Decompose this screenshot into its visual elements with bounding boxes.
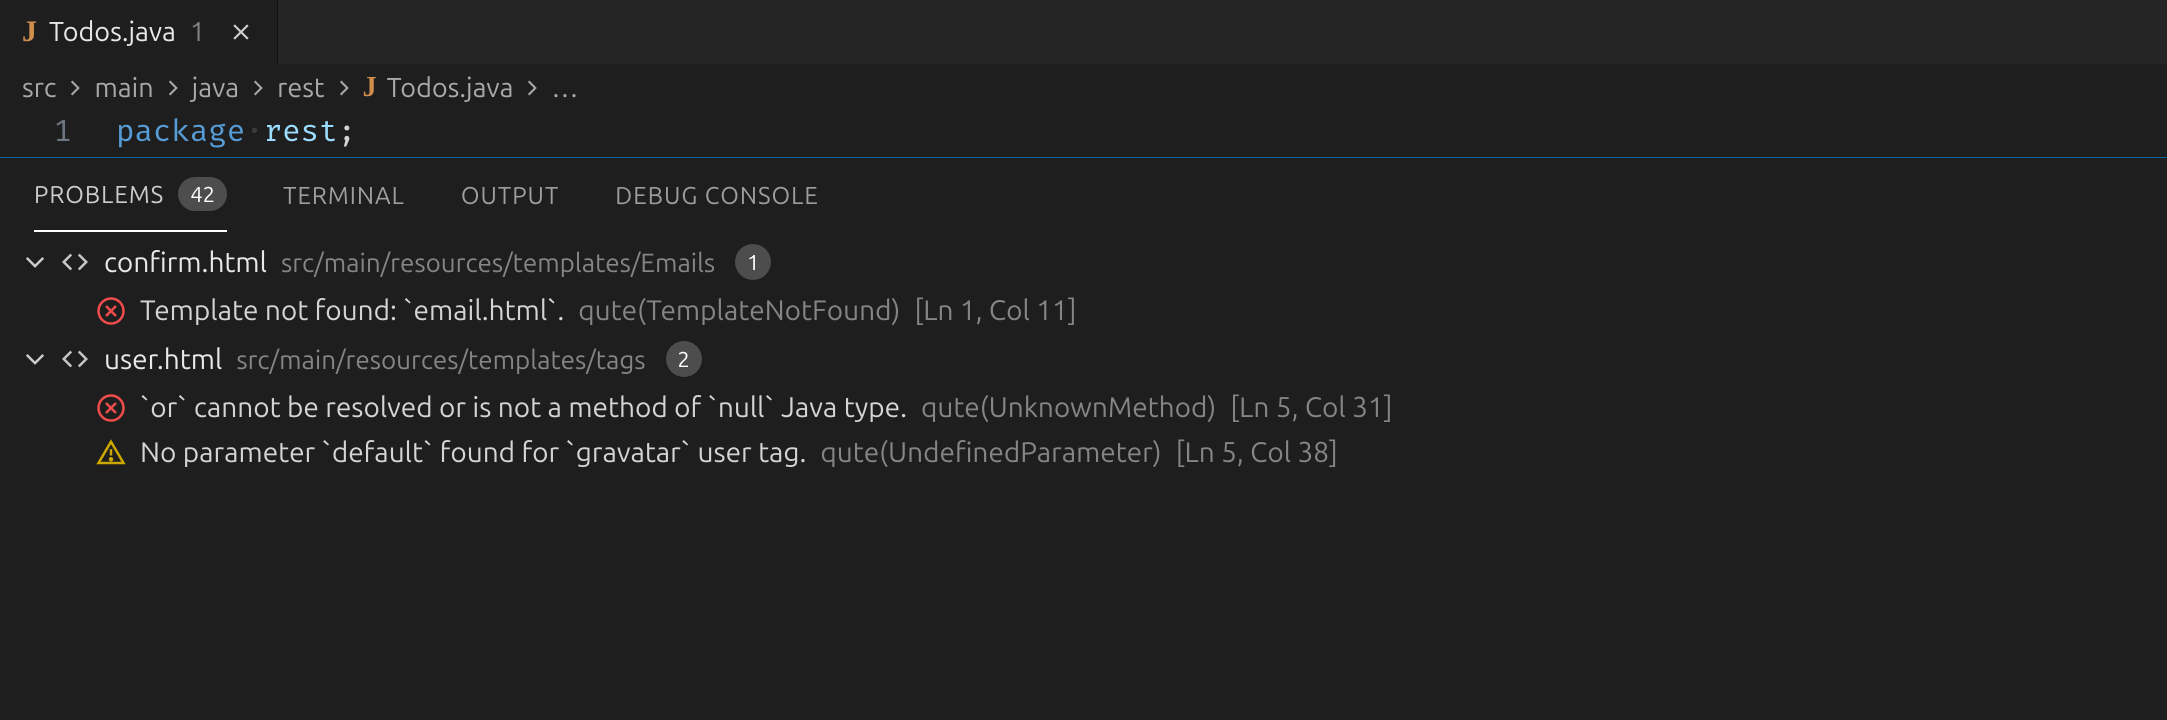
problem-file-header[interactable]: confirm.html src/main/resources/template… xyxy=(0,236,2167,288)
bottom-panel: PROBLEMS 42 TERMINAL OUTPUT DEBUG CONSOL… xyxy=(0,157,2167,475)
tab-problems[interactable]: PROBLEMS 42 xyxy=(34,158,227,232)
problem-item[interactable]: Template not found: `email.html`. qute(T… xyxy=(0,288,2167,333)
problem-location: [Ln 5, Col 31] xyxy=(1230,392,1392,423)
problem-message: No parameter `default` found for `gravat… xyxy=(140,437,806,468)
tab-file-label: Todos.java xyxy=(49,17,176,47)
problem-file-count: 2 xyxy=(666,341,702,377)
tab-debug-console[interactable]: DEBUG CONSOLE xyxy=(615,158,819,232)
breadcrumb-segment[interactable]: src xyxy=(22,73,56,103)
problems-count-badge: 42 xyxy=(178,177,227,211)
chevron-right-icon xyxy=(523,79,541,97)
problem-item[interactable]: `or` cannot be resolved or is not a meth… xyxy=(0,385,2167,430)
editor-tab-bar: J Todos.java 1 xyxy=(0,0,2167,64)
problem-source: qute(UnknownMethod) xyxy=(921,392,1216,423)
code-editor[interactable]: 1 package·rest; xyxy=(0,112,2167,157)
problem-message: `or` cannot be resolved or is not a meth… xyxy=(140,392,907,423)
tab-terminal[interactable]: TERMINAL xyxy=(283,158,405,232)
error-icon xyxy=(96,296,126,326)
chevron-down-icon[interactable] xyxy=(24,251,46,273)
problem-file-path: src/main/resources/templates/tags xyxy=(236,345,645,374)
chevron-right-icon xyxy=(335,79,353,97)
problem-item[interactable]: No parameter `default` found for `gravat… xyxy=(0,430,2167,475)
error-icon xyxy=(96,393,126,423)
problem-file-name: user.html xyxy=(104,344,222,375)
java-file-icon: J xyxy=(363,72,377,104)
panel-tab-bar: PROBLEMS 42 TERMINAL OUTPUT DEBUG CONSOL… xyxy=(0,158,2167,232)
tab-label: TERMINAL xyxy=(283,182,405,209)
code-file-icon xyxy=(60,247,90,277)
problem-file-name: confirm.html xyxy=(104,247,267,278)
tab-problem-count: 1 xyxy=(190,17,205,47)
problem-file-header[interactable]: user.html src/main/resources/templates/t… xyxy=(0,333,2167,385)
breadcrumb-file[interactable]: Todos.java xyxy=(387,73,514,103)
breadcrumb: src main java rest J Todos.java … xyxy=(0,64,2167,112)
tab-label: DEBUG CONSOLE xyxy=(615,182,819,209)
problem-location: [Ln 5, Col 38] xyxy=(1176,437,1338,468)
tab-label: PROBLEMS xyxy=(34,181,164,208)
problem-file-count: 1 xyxy=(735,244,771,280)
code-file-icon xyxy=(60,344,90,374)
problems-list: confirm.html src/main/resources/template… xyxy=(0,232,2167,475)
tab-label: OUTPUT xyxy=(461,182,559,209)
breadcrumb-trailing: … xyxy=(551,73,578,103)
chevron-right-icon xyxy=(249,79,267,97)
problem-message: Template not found: `email.html`. xyxy=(140,295,564,326)
line-number: 1 xyxy=(0,114,116,151)
tab-output[interactable]: OUTPUT xyxy=(461,158,559,232)
editor-tab[interactable]: J Todos.java 1 xyxy=(0,0,278,64)
chevron-right-icon xyxy=(66,79,84,97)
breadcrumb-segment[interactable]: main xyxy=(94,73,153,103)
close-icon[interactable] xyxy=(227,18,255,46)
code-line: package·rest; xyxy=(116,114,356,151)
warning-icon xyxy=(96,438,126,468)
problem-source: qute(UndefinedParameter) xyxy=(820,437,1161,468)
problem-source: qute(TemplateNotFound) xyxy=(578,295,900,326)
problem-location: [Ln 1, Col 11] xyxy=(914,295,1076,326)
java-file-icon: J xyxy=(22,17,37,47)
problem-file-path: src/main/resources/templates/Emails xyxy=(281,248,715,277)
breadcrumb-segment[interactable]: java xyxy=(192,73,239,103)
chevron-right-icon xyxy=(164,79,182,97)
chevron-down-icon[interactable] xyxy=(24,348,46,370)
breadcrumb-segment[interactable]: rest xyxy=(277,73,324,103)
